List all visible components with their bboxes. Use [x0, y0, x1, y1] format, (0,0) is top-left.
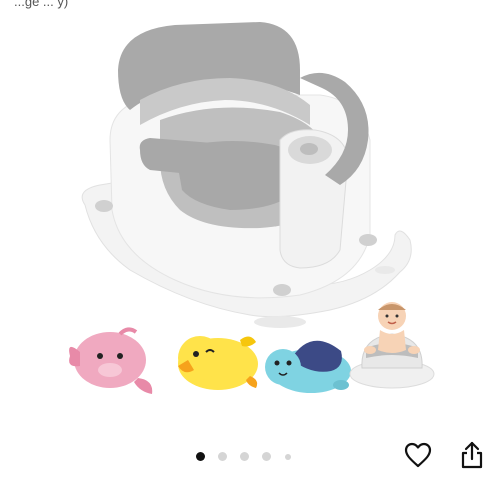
- pagination-dot[interactable]: [285, 454, 291, 460]
- pink-whale-toy: [69, 327, 153, 394]
- image-pagination-dots[interactable]: [196, 449, 306, 463]
- product-image-gallery[interactable]: [0, 0, 500, 430]
- product-image[interactable]: [0, 0, 500, 430]
- baby-in-seat-thumbnail: [349, 302, 435, 389]
- heart-outline-icon: [404, 442, 432, 468]
- pagination-dot-active[interactable]: [196, 452, 205, 461]
- pagination-dot[interactable]: [240, 452, 249, 461]
- pagination-dot[interactable]: [218, 452, 227, 461]
- yellow-duck-toy: [178, 336, 258, 390]
- bath-seat-illustration: [81, 22, 412, 328]
- share-button[interactable]: [454, 437, 490, 473]
- pagination-dot[interactable]: [262, 452, 271, 461]
- blue-turtle-toy: [265, 340, 351, 393]
- favorite-button[interactable]: [400, 437, 436, 473]
- share-icon: [461, 441, 483, 469]
